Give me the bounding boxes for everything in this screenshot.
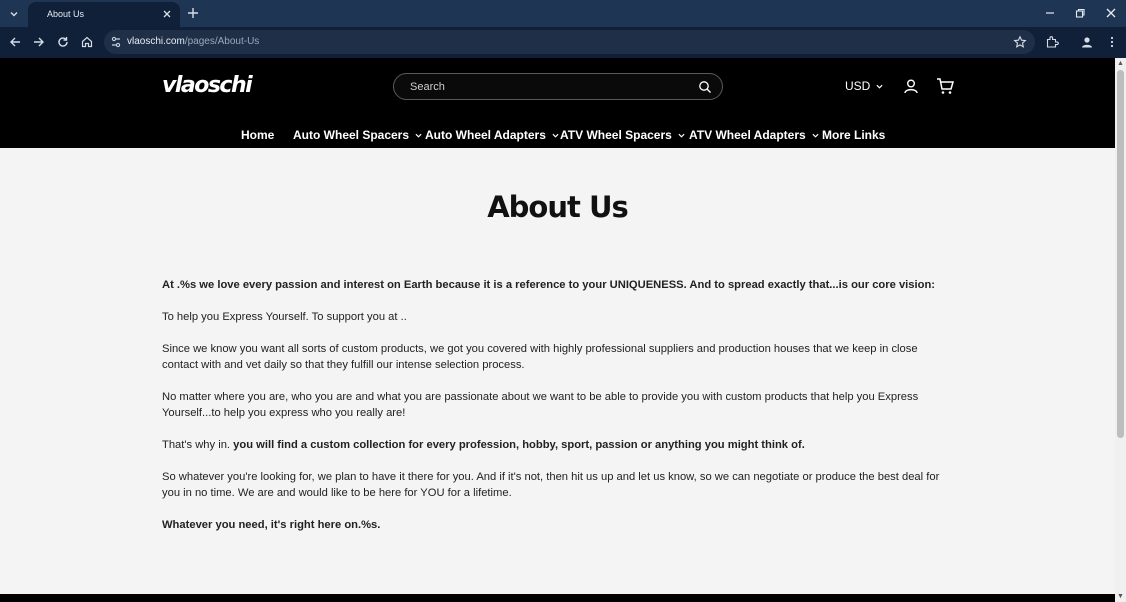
- chevron-down-icon: [415, 133, 422, 138]
- browser-menu-icon[interactable]: [1105, 35, 1119, 49]
- restore-icon[interactable]: [1073, 6, 1087, 20]
- nav-item-more-links[interactable]: More Links: [822, 128, 885, 142]
- close-window-icon[interactable]: [1104, 6, 1118, 20]
- search-input[interactable]: Search: [393, 73, 723, 100]
- cart-icon[interactable]: [936, 77, 954, 95]
- chevron-down-icon: [876, 84, 883, 89]
- profile-icon[interactable]: [1080, 35, 1094, 49]
- tab-close-icon[interactable]: [160, 7, 174, 21]
- page-scrollbar[interactable]: ▲ ▼: [1115, 58, 1126, 602]
- browser-tab-bar: About Us: [0, 0, 1126, 27]
- paragraph-collection-bold: you will find a custom collection for ev…: [233, 439, 805, 451]
- new-tab-icon[interactable]: [185, 5, 201, 21]
- active-tab[interactable]: About Us: [28, 2, 180, 27]
- site-header: vlaoschi Search USD Home Auto Wheel Spac…: [0, 58, 1115, 148]
- chevron-down-icon: [678, 133, 685, 138]
- nav-item-auto-wheel-spacers[interactable]: Auto Wheel Spacers: [293, 128, 422, 142]
- paragraph-support: To help you Express Yourself. To support…: [162, 311, 407, 323]
- nav-item-label: ATV Wheel Adapters: [689, 128, 806, 142]
- url-text: vlaoschi.com/pages/About-Us: [127, 36, 259, 47]
- chevron-down-icon: [812, 133, 819, 138]
- paragraph-suppliers: Since we know you want all sorts of cust…: [162, 343, 918, 371]
- url-path: /pages/About-Us: [184, 36, 260, 47]
- browser-toolbar: vlaoschi.com/pages/About-Us: [0, 27, 1126, 58]
- paragraph-passion: No matter where you are, who you are and…: [162, 391, 919, 419]
- footer-edge: [0, 594, 1115, 602]
- forward-icon[interactable]: [32, 35, 46, 49]
- nav-item-label: Auto Wheel Adapters: [425, 128, 546, 142]
- nav-item-label: ATV Wheel Spacers: [560, 128, 672, 142]
- reload-icon[interactable]: [56, 35, 70, 49]
- nav-item-atv-wheel-adapters[interactable]: ATV Wheel Adapters: [689, 128, 819, 142]
- search-icon[interactable]: [698, 80, 712, 94]
- nav-item-label: Auto Wheel Spacers: [293, 128, 410, 142]
- currency-label: USD: [845, 79, 871, 93]
- paragraph-collection-intro: That's why in.: [162, 439, 234, 451]
- main-nav: Home Auto Wheel Spacers Auto Wheel Adapt…: [0, 128, 1115, 146]
- nav-item-label: More Links: [822, 128, 886, 142]
- paragraph-vision: At .%s we love every passion and interes…: [162, 279, 935, 291]
- extensions-icon[interactable]: [1045, 35, 1059, 49]
- site-logo[interactable]: vlaoschi: [162, 73, 253, 98]
- minimize-icon[interactable]: [1043, 6, 1057, 20]
- paragraph-closing: Whatever you need, it's right here on.%s…: [162, 519, 381, 531]
- scroll-down-arrow-icon[interactable]: ▼: [1117, 593, 1124, 600]
- page-title: About Us: [487, 190, 629, 224]
- scroll-up-arrow-icon[interactable]: ▲: [1117, 60, 1124, 67]
- chevron-down-icon: [552, 133, 559, 138]
- url-host: vlaoschi.com: [127, 36, 185, 47]
- about-content: At .%s we love every passion and interes…: [162, 277, 952, 549]
- paragraph-lifetime: So whatever you're looking for, we plan …: [162, 471, 940, 499]
- nav-item-atv-wheel-spacers[interactable]: ATV Wheel Spacers: [560, 128, 685, 142]
- home-icon[interactable]: [80, 35, 94, 49]
- site-info-icon[interactable]: [110, 35, 122, 49]
- nav-item-auto-wheel-adapters[interactable]: Auto Wheel Adapters: [425, 128, 559, 142]
- paragraph-collection: That's why in. you will find a custom co…: [162, 437, 952, 453]
- nav-item-label: Home: [241, 128, 275, 142]
- web-page: vlaoschi Search USD Home Auto Wheel Spac…: [0, 58, 1115, 602]
- address-bar[interactable]: vlaoschi.com/pages/About-Us: [104, 30, 1035, 54]
- tab-search-icon[interactable]: [4, 4, 24, 24]
- search-placeholder: Search: [410, 81, 445, 93]
- tab-title: About Us: [47, 9, 85, 19]
- scroll-thumb[interactable]: [1117, 70, 1124, 438]
- currency-selector[interactable]: USD: [845, 79, 883, 93]
- account-icon[interactable]: [903, 78, 919, 94]
- nav-item-home[interactable]: Home: [241, 128, 274, 142]
- back-icon[interactable]: [8, 35, 22, 49]
- bookmark-star-icon[interactable]: [1013, 35, 1027, 49]
